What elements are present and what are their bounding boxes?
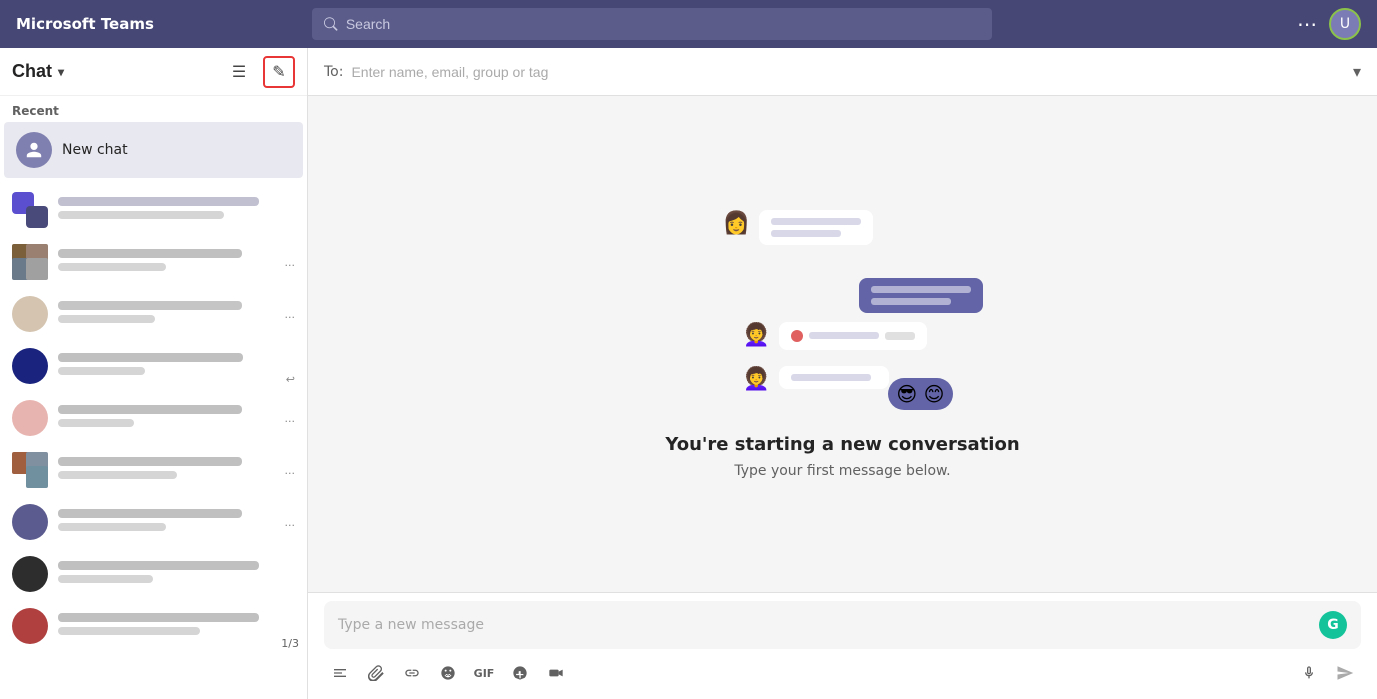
chat-bubble-1: 👩: [723, 210, 873, 245]
timestamp: ...: [285, 516, 296, 529]
chat-illustration: 👩 👩‍🦱: [723, 210, 963, 410]
new-chat-label: New chat: [62, 142, 128, 158]
toolbar-right: [1293, 657, 1361, 689]
emoji-button[interactable]: [432, 657, 464, 689]
chat-avatar: [12, 296, 48, 332]
search-icon: [324, 17, 338, 31]
timestamp: ...: [285, 464, 296, 477]
more-options-icon[interactable]: ⋯: [1297, 12, 1317, 36]
message-placeholder: Type a new message: [338, 617, 1319, 633]
list-item[interactable]: ...: [0, 288, 307, 340]
list-item[interactable]: ...: [0, 444, 307, 496]
to-chevron-icon[interactable]: ▾: [1353, 62, 1361, 81]
filter-button[interactable]: ☰: [223, 56, 255, 88]
chat-avatar: [12, 608, 48, 644]
chat-content: [58, 249, 275, 275]
chat-avatar: [12, 556, 48, 592]
group-avatar: [12, 192, 48, 228]
main-layout: Chat ▾ ☰ ✎ Recent New chat: [0, 48, 1377, 699]
chat-bubble-2: [743, 278, 983, 313]
sidebar-header-icons: ☰ ✎: [223, 56, 295, 88]
chat-content: [58, 301, 275, 327]
list-item[interactable]: ...: [0, 392, 307, 444]
conversation-area: 👩 👩‍🦱: [308, 96, 1377, 592]
sticker-button[interactable]: [504, 657, 536, 689]
emoji-reaction-bar: 😎 😊: [888, 378, 952, 410]
chat-avatar: [12, 400, 48, 436]
bubble-light-4: [779, 366, 889, 389]
list-item[interactable]: 1/3: [0, 600, 307, 652]
list-item[interactable]: [0, 184, 307, 236]
bubble-avatar-1: 👩: [723, 210, 751, 238]
chat-content: [58, 613, 295, 639]
chat-content: [58, 197, 295, 223]
right-panel: To: ▾ 👩: [308, 48, 1377, 699]
to-input[interactable]: [351, 64, 1345, 80]
format-text-button[interactable]: [324, 657, 356, 689]
top-bar: Microsoft Teams ⋯ U: [0, 0, 1377, 48]
search-input[interactable]: [346, 16, 980, 32]
bubble-purple: [859, 278, 983, 313]
chat-list: ... ... ↩: [0, 180, 307, 699]
chat-avatar: [12, 504, 48, 540]
emoji-smile: 😊: [924, 382, 945, 406]
chat-content: [58, 561, 295, 587]
chat-bubble-4: 👩‍🦱: [743, 366, 889, 394]
chat-content: [58, 457, 275, 483]
bubble-light-1: [759, 210, 873, 245]
emoji-cool: 😎: [896, 382, 917, 406]
reply-icon: ↩: [286, 373, 295, 386]
filter-icon: ☰: [232, 62, 246, 82]
message-area: Type a new message G GIF: [308, 592, 1377, 699]
message-input-box[interactable]: Type a new message G: [324, 601, 1361, 649]
chat-content: [58, 405, 275, 431]
new-chat-item[interactable]: New chat: [4, 122, 303, 178]
to-label: To:: [324, 64, 343, 80]
conversation-title: You're starting a new conversation: [665, 434, 1019, 455]
pagination-badge: 1/3: [281, 637, 299, 650]
list-item[interactable]: ...: [0, 496, 307, 548]
chat-content: [58, 509, 275, 535]
chat-bubble-3: 👩‍🦱: [743, 322, 927, 350]
chat-title-button[interactable]: Chat ▾: [12, 61, 64, 82]
toolbar-row: GIF: [324, 655, 1361, 691]
grammarly-icon: G: [1319, 611, 1347, 639]
gif-button[interactable]: GIF: [468, 657, 500, 689]
bubble-avatar-4: 👩‍🦱: [743, 366, 771, 394]
list-item[interactable]: [0, 548, 307, 600]
conversation-subtitle: Type your first message below.: [734, 463, 950, 479]
audio-message-button[interactable]: [1293, 657, 1325, 689]
recent-label: Recent: [0, 96, 307, 122]
search-box[interactable]: [312, 8, 992, 40]
chat-content: [58, 353, 276, 379]
send-button[interactable]: [1329, 657, 1361, 689]
timestamp: ...: [285, 256, 296, 269]
to-bar: To: ▾: [308, 48, 1377, 96]
compose-button[interactable]: ✎: [263, 56, 295, 88]
timestamp: ...: [285, 412, 296, 425]
new-chat-avatar-icon: [16, 132, 52, 168]
timestamp: ...: [285, 308, 296, 321]
chat-label: Chat: [12, 61, 52, 82]
compose-icon: ✎: [272, 62, 285, 82]
list-item[interactable]: ↩: [0, 340, 307, 392]
meet-button[interactable]: [540, 657, 572, 689]
user-avatar[interactable]: U: [1329, 8, 1361, 40]
app-title: Microsoft Teams: [16, 15, 154, 33]
top-bar-right: ⋯ U: [1297, 8, 1361, 40]
group-avatar: [12, 244, 48, 280]
group-avatar: [12, 452, 48, 488]
bubble-light-3: [779, 322, 927, 350]
chat-chevron-icon: ▾: [58, 65, 64, 79]
sidebar-header: Chat ▾ ☰ ✎: [0, 48, 307, 96]
link-button[interactable]: [396, 657, 428, 689]
sidebar: Chat ▾ ☰ ✎ Recent New chat: [0, 48, 308, 699]
chat-avatar: [12, 348, 48, 384]
bubble-avatar-3: 👩‍🦱: [743, 322, 771, 350]
attach-button[interactable]: [360, 657, 392, 689]
list-item[interactable]: ...: [0, 236, 307, 288]
